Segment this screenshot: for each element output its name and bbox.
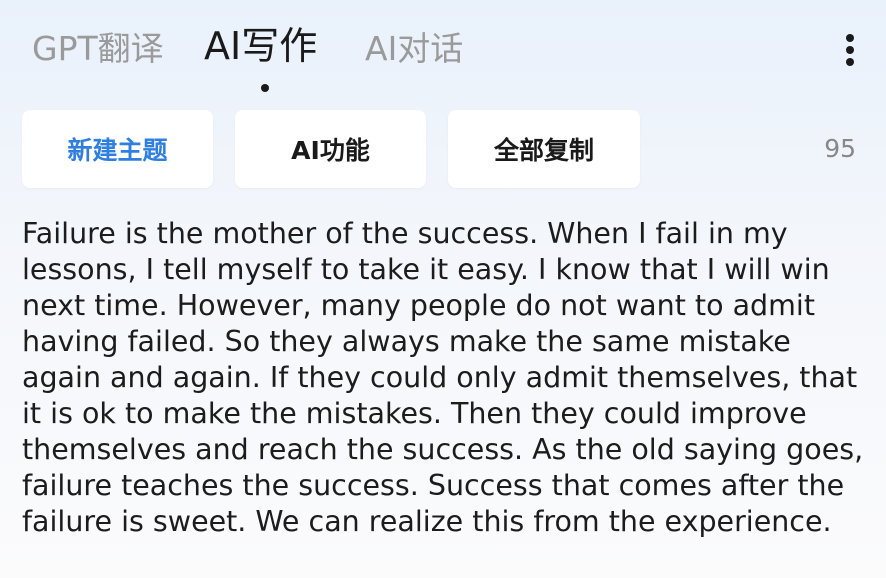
- tab-ai-chat[interactable]: AI对话: [365, 28, 463, 70]
- tab-ai-writing[interactable]: AI写作: [204, 25, 317, 67]
- character-count: 95: [824, 134, 856, 163]
- tab-bar: GPT翻译 AI写作 AI对话: [0, 0, 886, 100]
- more-vertical-icon[interactable]: [838, 30, 862, 70]
- generated-text: Failure is the mother of the success. Wh…: [22, 217, 864, 538]
- tab-gpt-translate[interactable]: GPT翻译: [32, 28, 164, 70]
- active-tab-indicator: [261, 84, 269, 92]
- new-topic-button[interactable]: 新建主题: [22, 110, 213, 188]
- copy-all-button[interactable]: 全部复制: [448, 110, 640, 188]
- ai-functions-button[interactable]: AI功能: [235, 110, 426, 188]
